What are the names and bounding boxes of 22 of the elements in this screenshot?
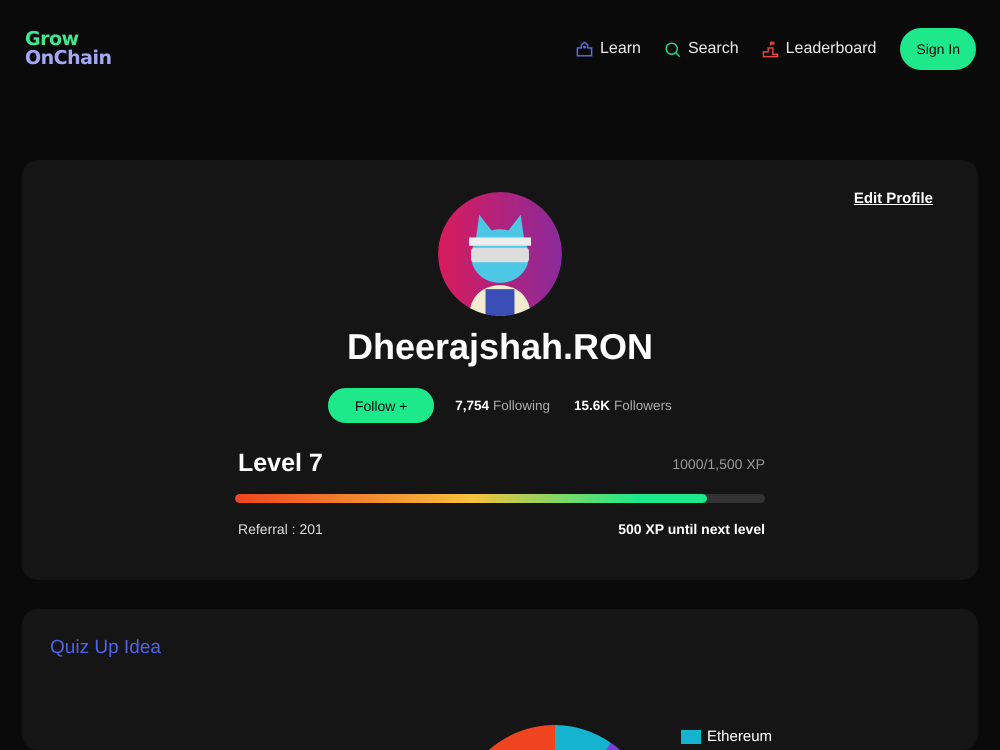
legend-label: Ethereum [707, 728, 772, 745]
level-title: Level 7 [238, 449, 323, 478]
follow-button[interactable]: Follow + [328, 388, 434, 423]
referral-text: Referral : 201 [238, 521, 323, 537]
remaining-xp-text: 500 XP until next level [618, 521, 765, 537]
section-title: Quiz Up Idea [50, 637, 162, 659]
edit-profile-link[interactable]: Edit Profile [854, 190, 933, 207]
school-icon [575, 40, 594, 58]
sign-in-button[interactable]: Sign In [900, 28, 976, 70]
logo-text[interactable]: Grow [25, 30, 79, 49]
logo-text[interactable]: OnChain [25, 49, 112, 68]
nav-link[interactable]: Leaderboard [760, 40, 876, 58]
xp-text: 1000/1,500 XP [672, 456, 765, 472]
following-count[interactable]: 7,754 [455, 398, 489, 413]
nav-link[interactable]: Search [662, 40, 739, 58]
following-label[interactable]: Following [492, 398, 550, 413]
followers-count[interactable]: 15.6K [574, 398, 610, 413]
podium-icon [760, 40, 780, 58]
nav-link[interactable]: Learn [575, 40, 641, 58]
username: Dheerajshah.RON [346, 326, 654, 368]
search-icon [662, 40, 682, 58]
followers-label[interactable]: Followers [614, 398, 672, 413]
